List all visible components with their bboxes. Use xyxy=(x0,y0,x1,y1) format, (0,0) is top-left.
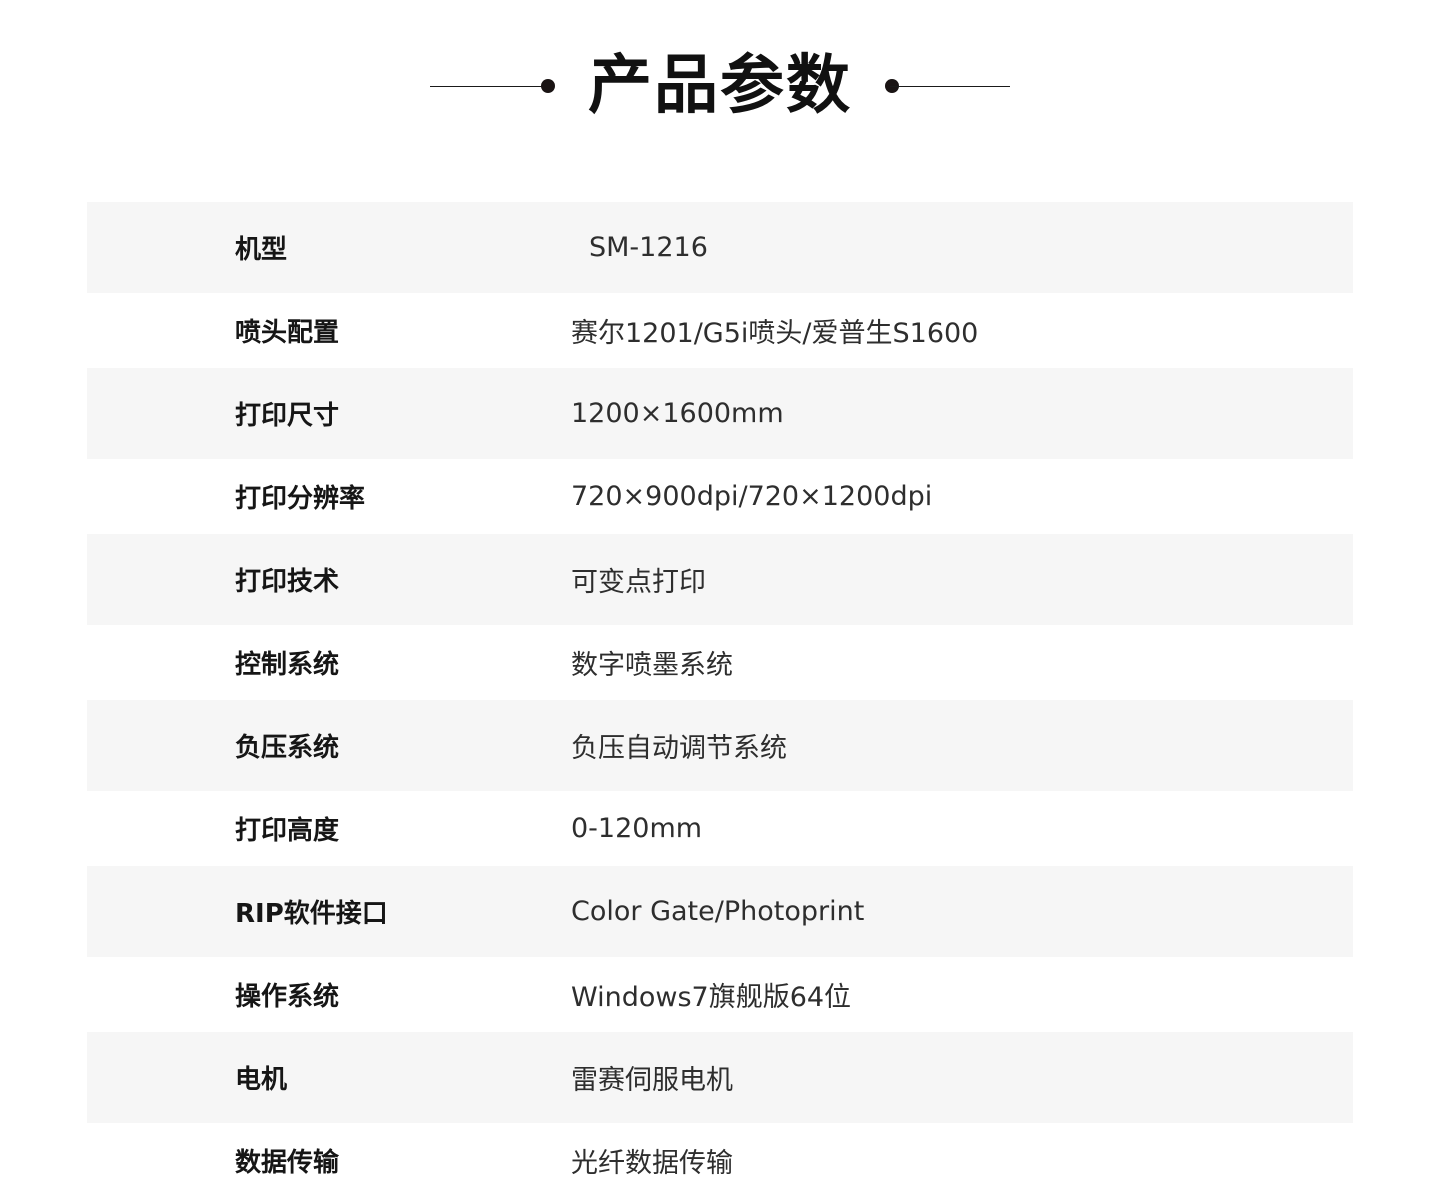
spec-row: 喷头配置 赛尔1201/G5i喷头/爱普生S1600 xyxy=(87,293,1353,368)
spec-label: 打印尺寸 xyxy=(235,401,340,431)
spec-row: 负压系统 负压自动调节系统 xyxy=(87,700,1353,791)
spec-value: 雷赛伺服电机 xyxy=(571,1065,733,1096)
spec-label: 数据传输 xyxy=(235,1148,340,1178)
spec-label: 打印高度 xyxy=(235,816,340,846)
spec-value: 可变点打印 xyxy=(571,567,706,598)
page-title: 产品参数 xyxy=(588,49,852,123)
spec-label: 打印分辨率 xyxy=(235,484,366,514)
spec-row: RIP软件接口 Color Gate/Photoprint xyxy=(87,866,1353,957)
spec-row: 控制系统 数字喷墨系统 xyxy=(87,625,1353,700)
spec-value: 负压自动调节系统 xyxy=(571,733,787,764)
header-divider-right xyxy=(890,86,1010,87)
spec-value: Color Gate/Photoprint xyxy=(571,896,865,927)
spec-label: 控制系统 xyxy=(235,650,340,680)
spec-value: Windows7旗舰版64位 xyxy=(571,982,852,1013)
spec-label: RIP软件接口 xyxy=(235,899,388,929)
spec-value: 数字喷墨系统 xyxy=(571,650,733,681)
spec-label: 操作系统 xyxy=(235,982,340,1012)
spec-row: 数据传输 光纤数据传输 xyxy=(87,1123,1353,1198)
section-header: 产品参数 xyxy=(0,0,1440,175)
spec-value: 光纤数据传输 xyxy=(571,1148,733,1179)
spec-value: SM-1216 xyxy=(589,232,708,263)
spec-row: 操作系统 Windows7旗舰版64位 xyxy=(87,957,1353,1032)
header-bullet-left xyxy=(541,79,555,93)
spec-value: 1200×1600mm xyxy=(571,398,784,429)
spec-label: 打印技术 xyxy=(235,567,340,597)
spec-label: 负压系统 xyxy=(235,733,340,763)
spec-label: 喷头配置 xyxy=(235,318,340,348)
spec-label: 机型 xyxy=(235,235,288,265)
spec-label: 电机 xyxy=(235,1065,288,1095)
spec-row: 电机 雷赛伺服电机 xyxy=(87,1032,1353,1123)
spec-value: 赛尔1201/G5i喷头/爱普生S1600 xyxy=(571,318,979,349)
spec-value: 0-120mm xyxy=(571,813,703,844)
spec-row: 打印高度 0-120mm xyxy=(87,791,1353,866)
spec-row: 打印分辨率 720×900dpi/720×1200dpi xyxy=(87,459,1353,534)
header-divider-left xyxy=(430,86,550,87)
spec-row: 机型 SM-1216 xyxy=(87,202,1353,293)
spec-row: 打印技术 可变点打印 xyxy=(87,534,1353,625)
spec-value: 720×900dpi/720×1200dpi xyxy=(571,481,933,512)
spec-table: 机型 SM-1216 喷头配置 赛尔1201/G5i喷头/爱普生S1600 打印… xyxy=(87,202,1353,1198)
spec-row: 打印尺寸 1200×1600mm xyxy=(87,368,1353,459)
